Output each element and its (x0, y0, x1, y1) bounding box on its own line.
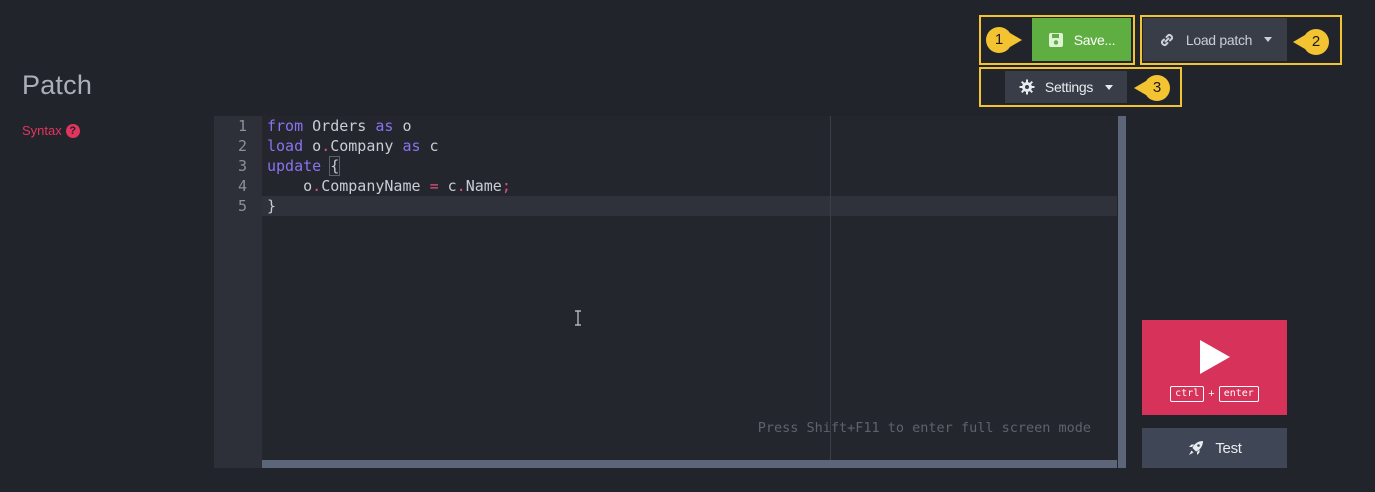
load-patch-button[interactable]: Load patch (1143, 18, 1287, 61)
page-title: Patch (22, 70, 93, 100)
keyboard-shortcut: ctrl + enter (1142, 386, 1287, 402)
play-icon (1200, 340, 1230, 374)
code-editor[interactable]: 1 2 3 4 5 from Orders as o load o.Compan… (214, 116, 1127, 468)
test-button[interactable]: Test (1142, 428, 1287, 468)
code-token: update (267, 157, 322, 175)
line-number: 5 (237, 197, 247, 215)
code-token: as (375, 117, 394, 135)
code-line: from Orders as o (267, 116, 412, 136)
chevron-down-icon (1264, 37, 1273, 42)
callout-badge-3: 3 (1134, 75, 1170, 101)
rocket-icon (1189, 441, 1204, 455)
fullscreen-hint: Press Shift+F11 to enter full screen mod… (757, 420, 1091, 436)
test-label: Test (1215, 439, 1242, 457)
line-number: 2 (237, 137, 247, 155)
code-line: } (267, 196, 276, 216)
code-token: ; (501, 177, 511, 195)
code-token: c (438, 177, 457, 195)
run-button[interactable]: ctrl + enter (1142, 320, 1287, 415)
patch-page: Patch Syntax ? 1 Save... Load patch 2 Se… (0, 0, 1375, 492)
settings-label: Settings (1044, 79, 1094, 95)
save-label: Save... (1073, 31, 1116, 48)
syntax-link[interactable]: Syntax ? (22, 123, 80, 138)
link-icon (1160, 33, 1173, 46)
code-token: o (303, 137, 322, 155)
code-token: from (267, 117, 304, 135)
vertical-scrollbar[interactable] (1118, 116, 1126, 468)
line-number: 3 (237, 157, 247, 175)
code-token: as (402, 137, 421, 155)
active-line-highlight (262, 196, 1117, 216)
settings-button[interactable]: Settings (1005, 71, 1127, 103)
code-token: } (267, 197, 277, 215)
line-number: 1 (237, 117, 247, 135)
print-margin (830, 116, 831, 460)
code-token: CompanyName (321, 177, 430, 195)
line-number-gutter: 1 2 3 4 5 (214, 116, 262, 468)
code-line: o.CompanyName = c.Name; (267, 176, 511, 196)
code-token: = (429, 177, 439, 195)
code-token: . (321, 137, 331, 155)
kbd-enter: enter (1218, 386, 1259, 402)
code-line: update { (267, 156, 341, 176)
kbd-ctrl: ctrl (1170, 386, 1205, 402)
syntax-label: Syntax (22, 123, 62, 138)
code-token: o (393, 117, 412, 135)
callout-badge-1: 1 (986, 27, 1022, 53)
code-token: Orders (303, 117, 376, 135)
code-line: load o.Company as c (267, 136, 439, 156)
callout-badge-2: 2 (1293, 29, 1329, 55)
code-token: load (267, 137, 304, 155)
code-token: { (329, 156, 341, 176)
code-token: . (312, 177, 322, 195)
load-patch-label: Load patch (1185, 31, 1253, 48)
code-token: Company (330, 137, 403, 155)
code-token: o (267, 177, 313, 195)
chevron-down-icon (1105, 84, 1114, 90)
code-token: c (420, 137, 439, 155)
code-area[interactable]: from Orders as o load o.Company as c upd… (262, 116, 1117, 460)
horizontal-scrollbar[interactable] (262, 460, 1117, 468)
line-number: 4 (237, 177, 247, 195)
text-cursor-icon (575, 310, 581, 326)
floppy-disk-icon (1048, 32, 1063, 47)
save-button[interactable]: Save... (1032, 18, 1131, 61)
code-token: . (456, 177, 466, 195)
question-circle-icon: ? (65, 123, 80, 138)
code-token: Name (465, 177, 502, 195)
kbd-plus: + (1208, 388, 1215, 400)
gear-icon (1019, 79, 1035, 95)
